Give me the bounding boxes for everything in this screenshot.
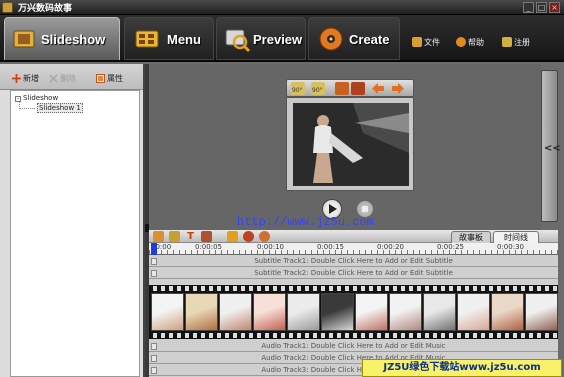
film-perforation: [149, 286, 558, 291]
subtitle-track-1[interactable]: Subtitle Track1: Double Click Here to Ad…: [149, 256, 558, 267]
watermark-url: http://www.jz5u.com: [237, 215, 374, 229]
photo-thumbnail[interactable]: [287, 293, 320, 331]
tab-storyboard[interactable]: 故事板: [451, 231, 491, 243]
expand-panel-button[interactable]: <<: [541, 70, 561, 222]
time-ruler[interactable]: 00:00 0:00:05 0:00:10 0:00:15 0:00:20 0:…: [149, 243, 558, 255]
tab-create-label: Create: [349, 32, 390, 47]
file-link[interactable]: 文件: [412, 36, 448, 50]
track-icon: [151, 367, 157, 374]
preview-toolbar: 90° 90°: [286, 79, 414, 97]
tab-slideshow-label: Slideshow: [41, 32, 106, 47]
photo-track[interactable]: [149, 285, 558, 339]
photo-thumbnail[interactable]: [423, 293, 456, 331]
project-toolbar: 新增 删除 属性: [0, 64, 143, 90]
disc-icon: [319, 27, 343, 51]
photo-content: [293, 103, 409, 186]
prev-icon[interactable]: [371, 82, 385, 95]
tree-root[interactable]: - Slideshow: [15, 94, 58, 102]
maximize-button[interactable]: □: [536, 2, 547, 13]
tool-icon[interactable]: [201, 231, 212, 242]
preview-icon: [225, 29, 251, 53]
project-panel: 新增 删除 属性 - Slideshow Slideshow 1: [0, 64, 145, 377]
subtitle-track-2[interactable]: Subtitle Track2: Double Click Here to Ad…: [149, 268, 558, 279]
title-bar: 万兴数码故事 _ □ ×: [0, 0, 564, 15]
music-tool-icon[interactable]: [259, 231, 270, 242]
crop-icon[interactable]: [335, 82, 349, 95]
track-icon: [151, 258, 157, 265]
photo-thumbnail[interactable]: [355, 293, 388, 331]
preview-area: 90° 90° http://www.jz5u.com: [149, 64, 541, 230]
track-icon: [151, 343, 157, 350]
track-icon: [151, 355, 157, 362]
add-photo-icon[interactable]: [153, 231, 164, 242]
photo-thumbnail[interactable]: [321, 293, 354, 331]
photo-thumbnail[interactable]: [185, 293, 218, 331]
timeline-toolbar: T 故事板 时间线: [149, 230, 558, 243]
delete-button[interactable]: 删除: [49, 73, 83, 85]
preview-frame: [286, 97, 414, 191]
film-perforation: [149, 333, 558, 338]
minimize-button[interactable]: _: [523, 2, 534, 13]
transition-icon[interactable]: [169, 231, 180, 242]
tab-slideshow[interactable]: Slideshow: [4, 17, 120, 60]
effect-tool-icon[interactable]: [243, 231, 254, 242]
text-icon[interactable]: T: [185, 231, 196, 242]
photo-thumbnail[interactable]: [389, 293, 422, 331]
main-nav: Slideshow Menu Preview Create 文件 帮助 注册: [0, 15, 564, 62]
close-button[interactable]: ×: [549, 2, 560, 13]
expand-arrow-icon: <<: [544, 143, 561, 154]
properties-button[interactable]: 属性: [96, 73, 132, 85]
tab-preview[interactable]: Preview: [216, 17, 306, 60]
track-icon: [151, 270, 157, 277]
menu-icon: [135, 30, 159, 48]
slideshow-tree: - Slideshow Slideshow 1: [10, 90, 140, 377]
next-icon[interactable]: [391, 82, 405, 95]
key-icon: [502, 37, 512, 47]
rotate-left-90-icon[interactable]: 90°: [291, 82, 305, 95]
photo-thumbnail[interactable]: [491, 293, 524, 331]
preview-photo: [293, 103, 409, 186]
tab-create[interactable]: Create: [308, 17, 400, 60]
tab-menu-label: Menu: [167, 32, 201, 47]
timeline-panel: T 故事板 时间线 00:00 0:00:05 0:00:10 0:00:15 …: [149, 230, 558, 377]
app-icon: [2, 2, 13, 13]
photo-thumbnail[interactable]: [219, 293, 252, 331]
playhead[interactable]: [151, 243, 157, 255]
rotate-right-90-icon[interactable]: 90°: [311, 82, 325, 95]
app-window: 万兴数码故事 _ □ × Slideshow Menu Preview Crea…: [0, 0, 564, 377]
watermark-banner: JZ5U绿色下载站www.jz5u.com: [362, 359, 562, 377]
effect-icon[interactable]: [351, 82, 365, 95]
properties-icon: [96, 74, 105, 83]
tree-item-slideshow-1[interactable]: Slideshow 1: [37, 103, 83, 113]
register-link[interactable]: 注册: [502, 36, 542, 50]
tab-preview-label: Preview: [253, 32, 303, 47]
delete-icon: [49, 74, 58, 83]
photo-thumbnail[interactable]: [151, 293, 184, 331]
tab-menu[interactable]: Menu: [124, 17, 214, 60]
photo-thumbnail[interactable]: [525, 293, 558, 331]
tick-marks: [149, 250, 558, 254]
help-link[interactable]: 帮助: [456, 36, 494, 50]
window-title: 万兴数码故事: [18, 4, 73, 14]
audio-track-1[interactable]: Audio Track1: Double Click Here to Add o…: [149, 341, 558, 352]
file-icon: [412, 37, 422, 47]
tree-line: [19, 108, 35, 109]
add-button[interactable]: 新增: [12, 73, 46, 85]
tab-timeline[interactable]: 时间线: [493, 231, 539, 243]
collapse-icon[interactable]: -: [15, 96, 21, 102]
slideshow-icon: [13, 30, 35, 48]
crop-tool-icon[interactable]: [227, 231, 238, 242]
photo-thumbnail[interactable]: [253, 293, 286, 331]
plus-icon: [12, 74, 21, 83]
photo-thumbnail[interactable]: [457, 293, 490, 331]
help-icon: [456, 37, 466, 47]
